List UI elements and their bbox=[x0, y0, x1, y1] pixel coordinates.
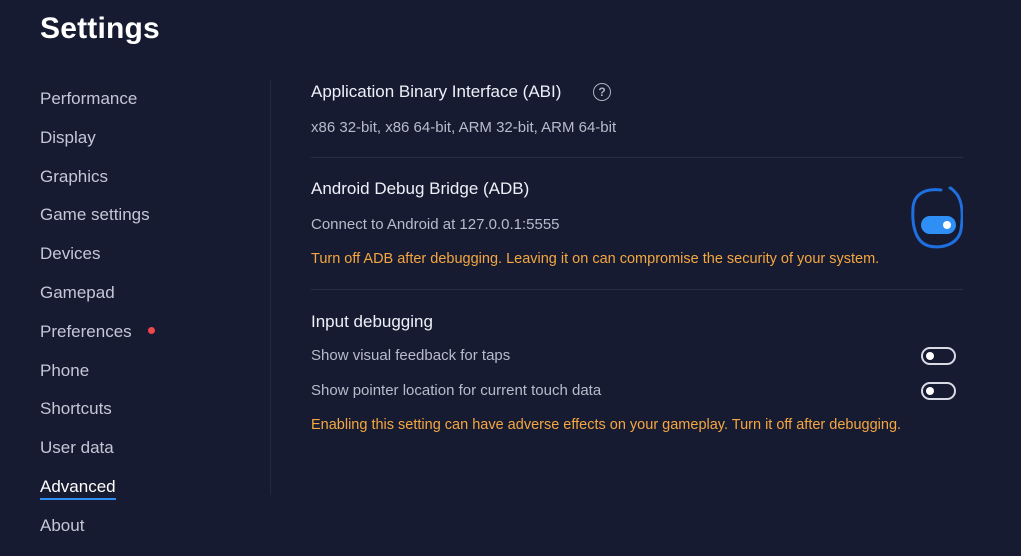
sidebar-item-label: About bbox=[40, 515, 85, 535]
abi-section-title: Application Binary Interface (ABI) bbox=[311, 82, 562, 101]
pointer-location-label: Show pointer location for current touch … bbox=[311, 382, 602, 399]
sidebar-item-gamepad[interactable]: Gamepad bbox=[40, 274, 240, 313]
sidebar-item-advanced[interactable]: Advanced bbox=[40, 468, 240, 507]
sidebar-item-graphics[interactable]: Graphics bbox=[40, 158, 240, 197]
input-debugging-title: Input debugging bbox=[311, 312, 433, 331]
section-divider bbox=[311, 289, 963, 290]
input-debugging-warning: Enabling this setting can have adverse e… bbox=[311, 417, 902, 433]
page-title: Settings bbox=[40, 12, 160, 45]
sidebar-item-shortcuts[interactable]: Shortcuts bbox=[40, 390, 240, 429]
visual-feedback-label: Show visual feedback for taps bbox=[311, 347, 511, 364]
pointer-location-toggle[interactable] bbox=[921, 382, 956, 400]
notification-dot bbox=[148, 326, 156, 334]
sidebar-item-performance[interactable]: Performance bbox=[40, 80, 240, 119]
sidebar-item-devices[interactable]: Devices bbox=[40, 235, 240, 274]
section-divider bbox=[311, 157, 963, 158]
sidebar-item-label: Graphics bbox=[40, 166, 109, 186]
toggle-knob bbox=[943, 221, 951, 229]
toggle-knob bbox=[926, 352, 934, 360]
sidebar-divider bbox=[270, 80, 271, 495]
sidebar-item-preferences[interactable]: Preferences bbox=[40, 313, 240, 352]
adb-section-title: Android Debug Bridge (ADB) bbox=[311, 179, 530, 198]
sidebar-item-label: Performance bbox=[40, 89, 138, 108]
sidebar-item-label: Shortcuts bbox=[40, 399, 112, 419]
sidebar-item-user-data[interactable]: User data bbox=[40, 429, 240, 468]
sidebar-item-label: Preferences bbox=[40, 321, 132, 341]
sidebar-item-label: Advanced bbox=[40, 476, 116, 500]
settings-window: Settings Performance Display Graphics Ga… bbox=[0, 0, 1021, 556]
visual-feedback-toggle[interactable] bbox=[921, 347, 956, 365]
sidebar-item-label: Devices bbox=[40, 244, 101, 264]
sidebar-item-label: Game settings bbox=[40, 205, 150, 225]
toggle-knob bbox=[926, 387, 934, 395]
sidebar-item-label: Gamepad bbox=[40, 282, 115, 302]
sidebar-item-label: Display bbox=[40, 127, 96, 147]
settings-sidebar: Performance Display Graphics Game settin… bbox=[40, 80, 240, 546]
sidebar-item-game-settings[interactable]: Game settings bbox=[40, 196, 240, 235]
sidebar-item-phone[interactable]: Phone bbox=[40, 352, 240, 391]
question-circle-icon[interactable]: ? bbox=[593, 83, 611, 101]
abi-value: x86 32-bit, x86 64-bit, ARM 32-bit, ARM … bbox=[311, 119, 617, 136]
sidebar-item-label: Phone bbox=[40, 360, 90, 380]
adb-warning: Turn off ADB after debugging. Leaving it… bbox=[311, 251, 880, 267]
adb-connect-label: Connect to Android at 127.0.0.1:5555 bbox=[311, 216, 560, 233]
sidebar-item-display[interactable]: Display bbox=[40, 119, 240, 158]
sidebar-item-label: User data bbox=[40, 438, 114, 458]
sidebar-item-about[interactable]: About bbox=[40, 507, 240, 546]
adb-toggle[interactable] bbox=[921, 216, 956, 234]
